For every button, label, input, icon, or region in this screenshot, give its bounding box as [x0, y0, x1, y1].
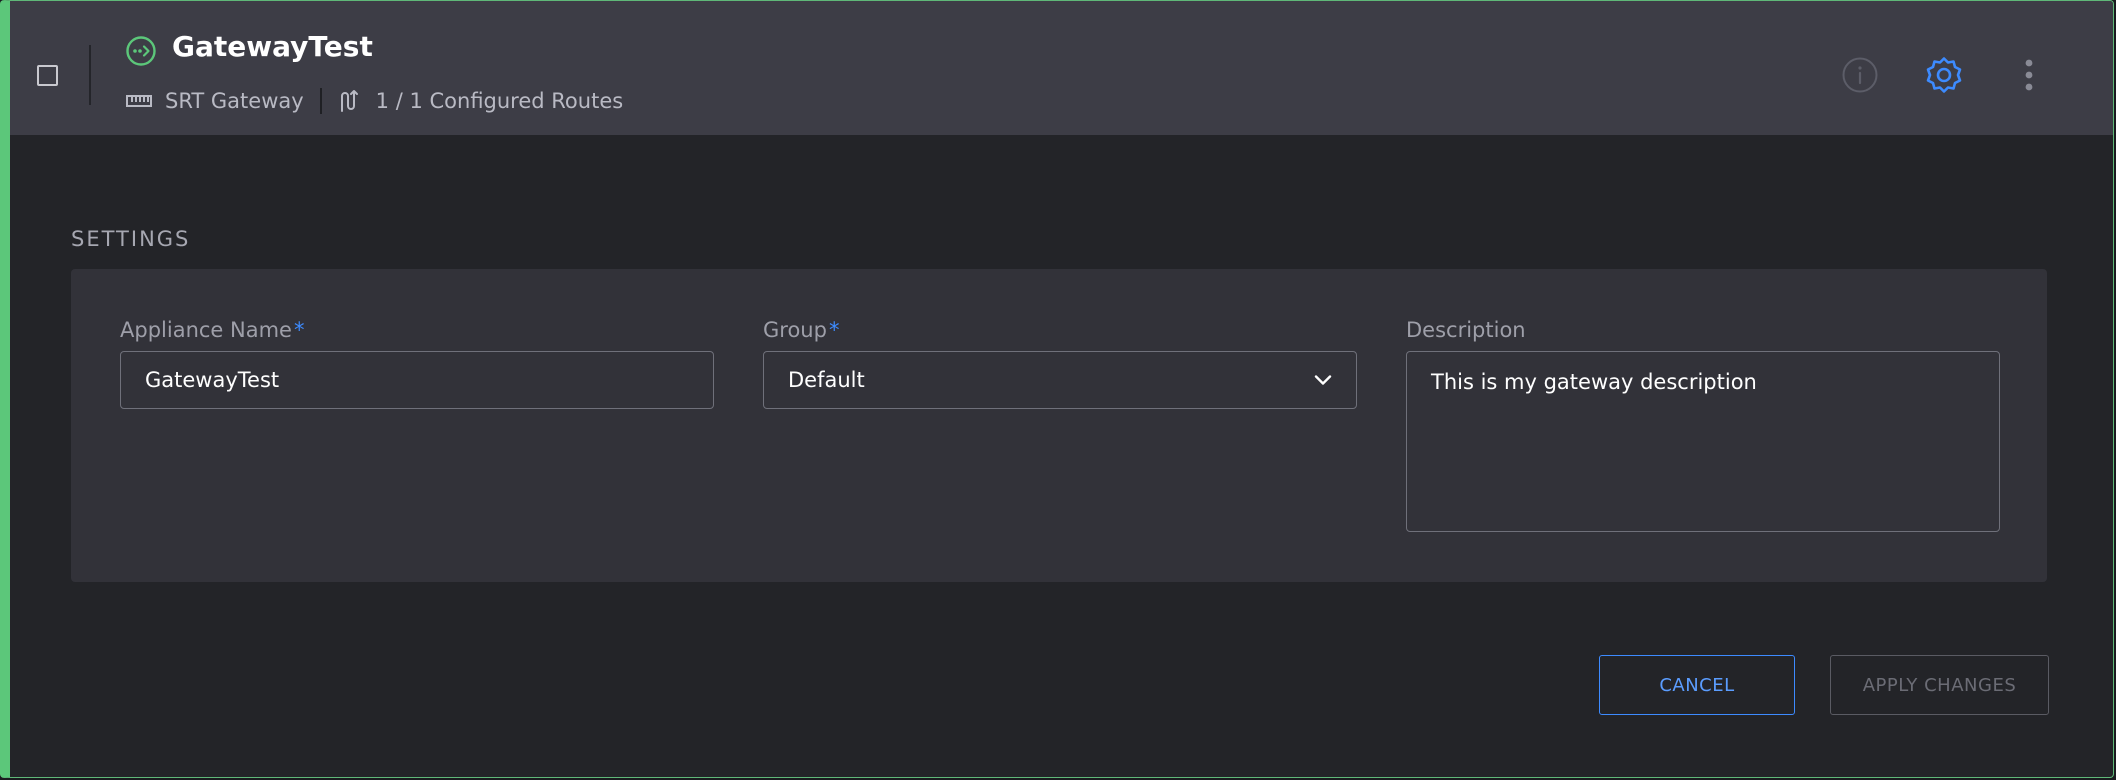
info-button[interactable] [1840, 55, 1880, 95]
more-options-button[interactable] [2009, 55, 2049, 95]
cancel-button[interactable]: CANCEL [1599, 655, 1795, 715]
group-select[interactable]: Default [763, 351, 1357, 409]
settings-section-title: SETTINGS [71, 227, 191, 251]
configured-routes: 1 / 1 Configured Routes [375, 89, 624, 113]
ethernet-port-icon [126, 95, 152, 107]
gateway-status-icon [126, 36, 156, 66]
routes-icon [340, 90, 358, 112]
chevron-down-icon [1314, 375, 1332, 385]
meta-separator [319, 88, 322, 114]
appliance-title: GatewayTest [172, 30, 373, 63]
info-icon [1842, 57, 1878, 93]
appliance-name-input[interactable]: GatewayTest [120, 351, 714, 409]
appliance-name-label-text: Appliance Name [120, 318, 292, 342]
settings-panel: Appliance Name* GatewayTest Group* Defau… [71, 269, 2047, 582]
description-label: Description [1406, 318, 1526, 342]
gear-icon [1926, 57, 1962, 93]
required-mark: * [293, 318, 305, 342]
appliance-type: SRT Gateway [165, 89, 304, 113]
settings-button[interactable] [1924, 55, 1964, 95]
required-mark: * [828, 318, 840, 342]
description-field: Description This is my gateway descripti… [1406, 315, 2000, 532]
gateway-card: GatewayTest SRT Gateway 1 / 1 Configured… [0, 0, 2114, 778]
card-header: GatewayTest SRT Gateway 1 / 1 Configured… [10, 1, 2113, 135]
appliance-name-label: Appliance Name* [120, 315, 714, 345]
more-vertical-icon [2025, 59, 2033, 91]
header-divider [89, 45, 91, 105]
appliance-name-field: Appliance Name* GatewayTest [120, 315, 714, 409]
description-textarea[interactable]: This is my gateway description [1406, 351, 2000, 532]
group-selected-value: Default [788, 368, 865, 392]
appliance-meta: SRT Gateway 1 / 1 Configured Routes [125, 84, 623, 118]
group-label: Group* [763, 315, 1357, 345]
group-label-text: Group [763, 318, 827, 342]
group-field: Group* Default [763, 315, 1357, 409]
select-checkbox[interactable] [37, 65, 58, 86]
apply-changes-button[interactable]: APPLY CHANGES [1830, 655, 2049, 715]
